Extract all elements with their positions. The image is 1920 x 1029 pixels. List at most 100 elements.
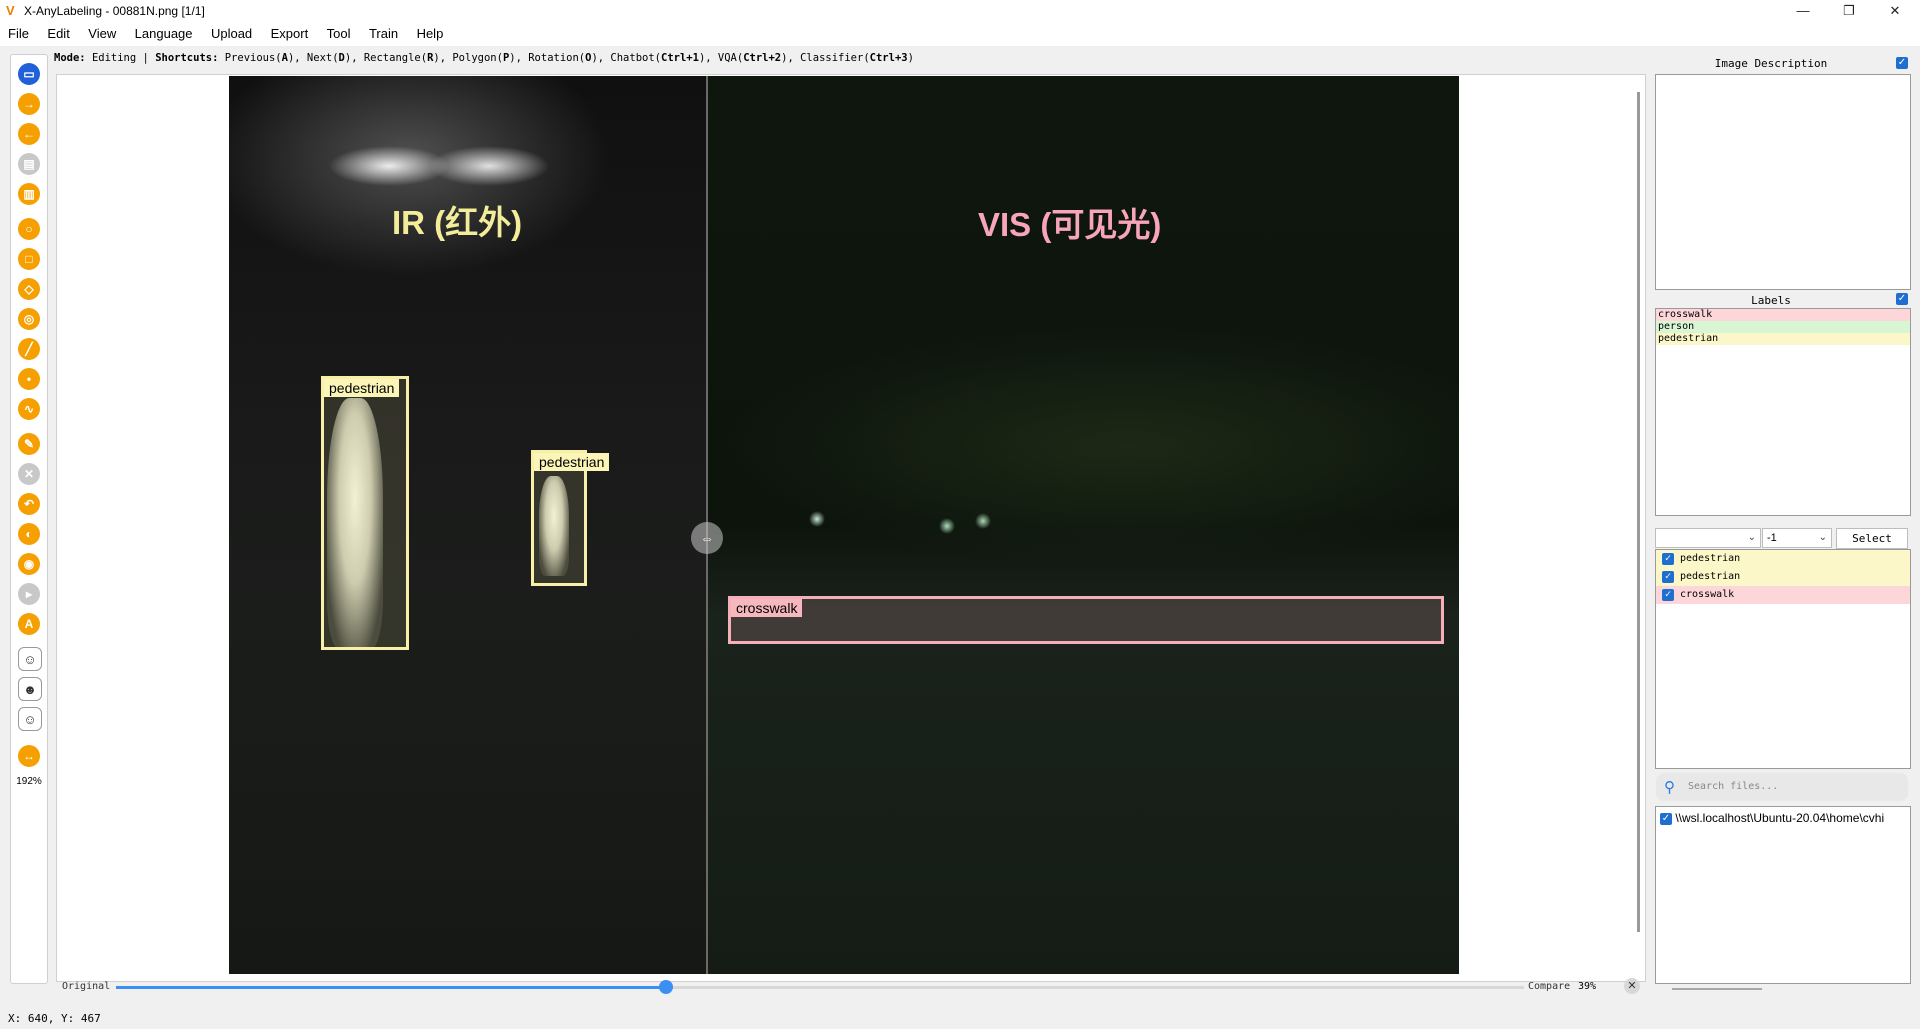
file-checked-checkbox[interactable]: ✓ [1660,812,1672,825]
label-item[interactable]: crosswalk [1656,309,1910,321]
vertical-scrollbar[interactable] [1637,92,1640,932]
shortcut-key: Ctrl+1 [661,52,699,64]
file-list-scrollbar[interactable] [1672,988,1762,990]
menu-help[interactable]: Help [411,22,450,45]
shape-item[interactable]: ✓ pedestrian [1656,568,1910,586]
select-button[interactable]: Select [1836,528,1908,549]
menu-tool[interactable]: Tool [321,22,357,45]
label-item[interactable]: person [1656,321,1910,333]
maximize-button[interactable]: ❐ [1826,0,1872,22]
shape-visible-checkbox[interactable]: ✓ [1662,553,1674,565]
create-line-icon[interactable]: ╱ [18,338,40,360]
title-bar: V X-AnyLabeling - 00881N.png [1/1] — ❐ ✕ [0,0,1920,22]
menu-upload[interactable]: Upload [205,22,258,45]
shortcut-text: ), Chatbot( [591,52,661,64]
group-filter-value: -1 [1767,532,1777,544]
mode-value: Editing [91,52,137,64]
menu-file[interactable]: File [2,22,35,45]
minimize-button[interactable]: — [1780,0,1826,22]
label-item[interactable]: pedestrian [1656,333,1910,345]
image-canvas[interactable]: ⇔ IR (红外) VIS (可见光) pedestrian pedestria… [229,76,1459,974]
slider-original-label: Original [62,981,111,992]
previous-image-icon[interactable]: ← [18,123,40,145]
classifier-mascot-icon[interactable]: ☺ [18,707,42,731]
label-filter-dropdown[interactable]: ⌄ [1655,528,1761,548]
create-circle-icon[interactable]: ○ [18,218,40,240]
ir-overlay-title: IR (红外) [392,204,523,241]
shortcut-text: ), Rotation( [509,52,586,64]
status-coordinates: X: 640, Y: 467 [8,1012,101,1025]
mode-shortcuts-bar: Mode: Editing | Shortcuts: Previous(A), … [54,52,914,68]
create-rectangle-icon[interactable]: □ [18,248,40,270]
fit-width-icon[interactable]: ↔ [18,745,40,767]
shortcut-text: ), Polygon( [433,52,503,64]
chevron-down-icon: ⌄ [1818,532,1827,543]
shape-item[interactable]: ✓ crosswalk [1656,586,1910,604]
compare-slider-fill [116,986,665,989]
create-linestrip-icon[interactable]: ∿ [18,398,40,420]
shortcut-key: Ctrl+2 [743,52,782,64]
description-toggle-checkbox[interactable]: ✓ [1896,57,1908,69]
shapes-list: ✓ pedestrian ✓ pedestrian ✓ crosswalk [1655,549,1911,769]
shortcut-text: Previous( [224,52,282,64]
file-item[interactable]: ✓ \\wsl.localhost\Ubuntu-20.04\home\cvhi [1660,811,1884,825]
search-placeholder: Search files... [1688,781,1779,792]
create-point-icon[interactable]: • [18,368,40,390]
delete-shape-icon[interactable]: ✕ [18,463,40,485]
group-filter-dropdown[interactable]: -1 ⌄ [1762,528,1832,548]
shortcut-text: ) [907,52,914,64]
brightness-icon[interactable]: ◐ [18,523,40,545]
description-textbox[interactable] [1655,74,1911,290]
slider-value: 39% [1578,981,1597,992]
menu-export[interactable]: Export [265,22,315,45]
open-folder-icon[interactable]: ▭ [18,63,40,85]
bbox-label: crosswalk [731,599,803,617]
bbox-crosswalk[interactable]: crosswalk [728,596,1444,644]
compare-slider-handle[interactable] [659,980,673,994]
vqa-mascot-icon[interactable]: ☻ [18,677,42,701]
bbox-label: pedestrian [324,379,400,397]
shape-visible-checkbox[interactable]: ✓ [1662,571,1674,583]
search-files-field[interactable]: ⚲ Search files... [1656,773,1908,801]
shortcut-text: ), Rectangle( [344,52,428,64]
hide-shapes-icon[interactable]: ◉ [18,553,40,575]
play-icon[interactable]: ▸ [18,583,40,605]
shape-item[interactable]: ✓ pedestrian [1656,550,1910,568]
vis-overlay-title: VIS (可见光) [978,206,1162,243]
zoom-level[interactable]: 192% [13,776,45,787]
app-logo-icon: V [6,3,15,18]
menu-edit[interactable]: Edit [41,22,75,45]
shape-label: pedestrian [1680,553,1741,564]
shape-visible-checkbox[interactable]: ✓ [1662,589,1674,601]
menu-view[interactable]: View [82,22,122,45]
search-icon: ⚲ [1664,779,1675,796]
menu-train[interactable]: Train [363,22,404,45]
menu-language[interactable]: Language [129,22,199,45]
create-rotation-icon[interactable]: ◇ [18,278,40,300]
description-title: Image Description [1714,57,1828,70]
create-polygon-icon[interactable]: ◎ [18,308,40,330]
shortcut-text: ), Next( [287,52,339,64]
ai-assist-icon[interactable]: A [18,613,40,635]
mode-separator: | [142,52,149,64]
close-window-button[interactable]: ✕ [1872,0,1918,22]
edit-shape-icon[interactable]: ✎ [18,433,40,455]
chatbot-mascot-icon[interactable]: ☺ [18,647,42,671]
delete-file-icon[interactable]: ▥ [18,183,40,205]
labels-list: crosswalk person pedestrian [1655,308,1911,516]
next-image-icon[interactable]: → [18,93,40,115]
save-icon[interactable]: ▤ [18,153,40,175]
bbox-pedestrian[interactable]: pedestrian [321,376,409,650]
chevron-down-icon: ⌄ [1747,532,1756,543]
slider-compare-label: Compare [1528,981,1571,992]
bbox-label: pedestrian [534,453,610,471]
shortcuts-key: Shortcuts: [155,52,219,64]
close-compare-button[interactable]: ✕ [1624,978,1640,994]
file-path: \\wsl.localhost\Ubuntu-20.04\home\cvhi [1675,811,1885,825]
labels-toggle-checkbox[interactable]: ✓ [1896,293,1908,305]
compare-split-handle-icon[interactable]: ⇔ [691,522,723,554]
bbox-pedestrian[interactable]: pedestrian [531,450,610,586]
window-title: X-AnyLabeling - 00881N.png [1/1] [24,4,205,18]
undo-icon[interactable]: ↶ [18,493,40,515]
shortcut-text: ), VQA( [698,52,744,64]
